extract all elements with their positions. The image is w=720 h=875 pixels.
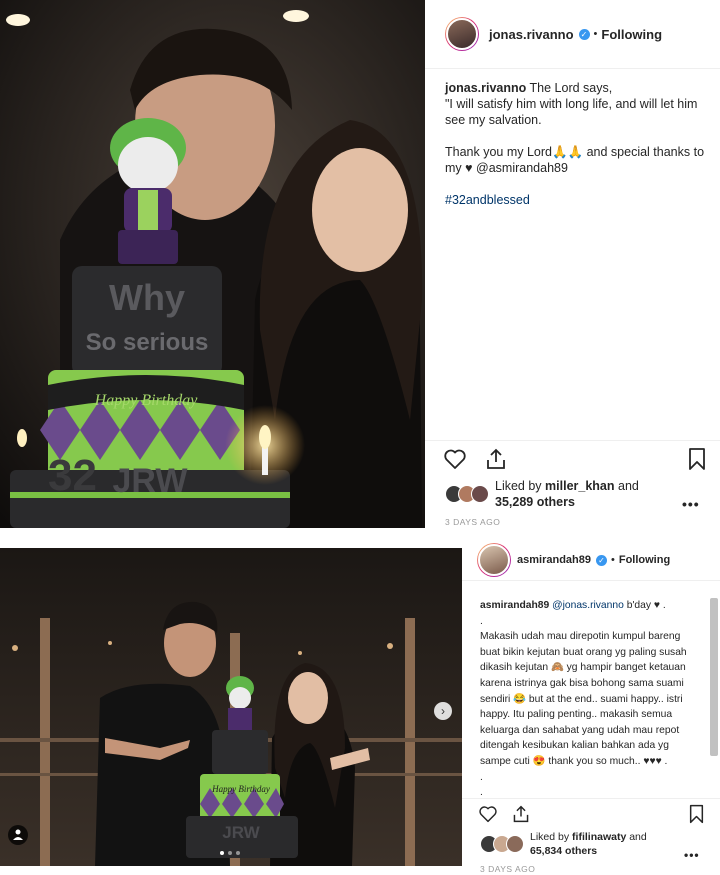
likes-summary: Liked by fifilinawaty and 65,834 others — [480, 830, 647, 858]
liked-by-user-link[interactable]: miller_khan — [545, 479, 614, 493]
comment-scrollbar[interactable] — [710, 598, 718, 756]
username-link[interactable]: jonas.rivanno — [489, 27, 574, 42]
post-caption: jonas.rivanno The Lord says, "I will sat… — [445, 80, 713, 208]
more-options-icon[interactable]: ••• — [682, 496, 700, 512]
action-bar — [425, 440, 720, 481]
bookmark-icon[interactable] — [688, 447, 706, 476]
username-link[interactable]: asmirandah89 — [517, 554, 591, 566]
separator-dot: • — [610, 554, 615, 566]
post-2: Happy Birthday JRW › asmirandah89 ✓ • Fo… — [0, 540, 720, 875]
cake-number-text: 32 — [48, 451, 97, 500]
post-date: 3 DAYS AGO — [445, 517, 501, 527]
birthday-photo-1: 32 Why So serious Happy Birthday JRW — [0, 0, 425, 528]
share-icon[interactable] — [512, 804, 530, 829]
likes-summary: Liked by miller_khan and 35,289 others — [445, 478, 639, 510]
caption-line-4: Thank you my Lord🙏🙏 and special thanks t… — [445, 145, 708, 175]
cake-bottom-text: JRW — [222, 823, 260, 842]
cake-top-text: Why — [109, 277, 185, 318]
post-caption: asmirandah89 @jonas.rivanno b'day ♥ . . … — [480, 598, 702, 801]
avatar[interactable] — [445, 17, 479, 51]
caption-line-3: Makasih udah mau direpotin kumpul bareng… — [480, 631, 690, 767]
cake-ribbon-text: Happy Birthday — [94, 392, 199, 409]
caption-line-5: . — [480, 787, 483, 799]
cake-ribbon-text: Happy Birthday — [211, 784, 270, 794]
post-date: 3 DAYS AGO — [480, 864, 536, 874]
birthday-photo-2: Happy Birthday JRW — [0, 548, 462, 866]
action-bar — [462, 798, 720, 833]
post-1: 32 Why So serious Happy Birthday JRW jon… — [0, 0, 720, 535]
following-button[interactable]: Following — [619, 554, 670, 566]
liked-by-prefix: Liked by — [495, 479, 542, 493]
heart-icon[interactable] — [478, 805, 498, 828]
liked-by-user-link[interactable]: fifilinawaty — [572, 831, 626, 843]
hashtag-link[interactable]: #32andblessed — [445, 193, 530, 207]
verified-badge-icon: ✓ — [595, 554, 607, 566]
verified-badge-icon: ✓ — [578, 28, 590, 40]
post-sidebar: asmirandah89 ✓ • Following asmirandah89 … — [462, 540, 720, 875]
liked-by-prefix: Liked by — [530, 831, 570, 843]
share-icon[interactable] — [485, 447, 507, 476]
next-slide-chevron-icon[interactable]: › — [434, 702, 452, 720]
post-header: jonas.rivanno ✓ • Following — [425, 0, 720, 69]
post-photo[interactable]: 32 Why So serious Happy Birthday JRW — [0, 0, 425, 528]
cake-mid-text: So serious — [86, 329, 209, 356]
post-header: asmirandah89 ✓ • Following — [462, 540, 720, 581]
tagged-people-icon — [8, 825, 28, 845]
mention-link[interactable]: @jonas.rivanno — [552, 600, 624, 611]
caption-line-4: . — [480, 771, 483, 783]
caption-line-1: The Lord says, — [529, 81, 613, 95]
caption-username-link[interactable]: jonas.rivanno — [445, 81, 526, 95]
following-button[interactable]: Following — [601, 27, 662, 42]
separator-dot: • — [593, 28, 598, 40]
post-photo[interactable]: Happy Birthday JRW › — [0, 548, 462, 866]
others-count-link[interactable]: 35,289 others — [495, 495, 575, 509]
post-sidebar: jonas.rivanno ✓ • Following jonas.rivann… — [425, 0, 720, 535]
caption-line-2: "I will satisfy him with long life, and … — [445, 97, 701, 127]
caption-line-1: b'day ♥ . — [626, 600, 666, 611]
liked-by-and: and — [618, 479, 639, 493]
cake-bottom-text: JRW — [113, 462, 189, 500]
liked-by-and: and — [629, 831, 647, 843]
others-count-link[interactable]: 65,834 others — [530, 845, 597, 857]
liker-avatars — [480, 835, 524, 853]
caption-username-link[interactable]: asmirandah89 — [480, 600, 549, 611]
heart-icon[interactable] — [443, 448, 467, 475]
liker-avatars — [445, 485, 489, 503]
bookmark-icon[interactable] — [689, 804, 704, 829]
caption-line-2: . — [480, 615, 483, 627]
avatar[interactable] — [477, 543, 511, 577]
more-options-icon[interactable]: ••• — [684, 848, 700, 862]
